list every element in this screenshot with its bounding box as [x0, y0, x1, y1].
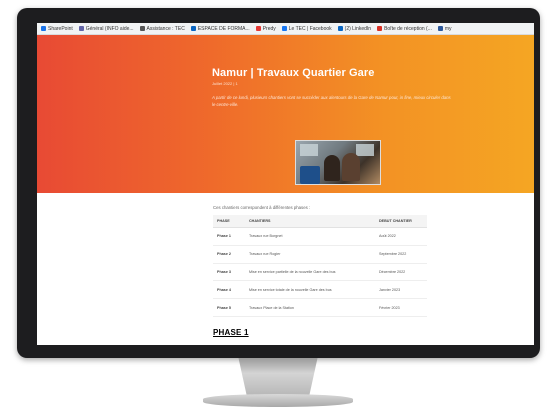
bookmark-item[interactable]: Predy: [255, 25, 276, 32]
page-title: Namur | Travaux Quartier Gare: [212, 67, 375, 79]
table-cell: Mise en service partielle de la nouvelle…: [245, 263, 375, 282]
bookmark-label: Assistance : TEC: [146, 25, 185, 32]
table-cell: Travaux Place de la Station: [245, 298, 375, 317]
table-row: Phase 1 Travaux rue Borgnet Août 2022: [213, 227, 427, 246]
intro-text: Ces chantiers correspondent à différente…: [213, 205, 311, 210]
column-header: PHASE: [213, 215, 245, 228]
bookmark-icon: [377, 26, 383, 31]
bookmark-label: Boîte de réception (...: [384, 25, 432, 32]
article-photo: [295, 140, 381, 185]
bookmark-icon: [139, 26, 145, 31]
table-cell: Phase 3: [213, 263, 245, 282]
hero-banner: Namur | Travaux Quartier Gare Juillet 20…: [37, 35, 534, 193]
bus-seat: [300, 166, 320, 184]
phases-table: PHASE CHANTIERS DEBUT CHANTIER Phase 1 Tr…: [213, 215, 427, 317]
table-cell: Août 2022: [375, 227, 427, 246]
bookmark-icon: [437, 26, 443, 31]
table-row: Phase 4 Mise en service totale de la nouv…: [213, 280, 427, 300]
bookmark-label: SharePoint: [48, 25, 73, 32]
bookmark-label: ESPACE DE FORMA...: [197, 25, 250, 32]
bookmark-label: Predy: [262, 25, 276, 32]
bookmark-item[interactable]: ESPACE DE FORMA...: [190, 25, 250, 32]
table-cell: Mise en service totale de la nouvelle Ga…: [245, 280, 375, 300]
bookmark-item[interactable]: (2) LinkedIn: [337, 25, 372, 32]
bookmark-label: my: [444, 25, 452, 32]
bookmark-label: Le TEC | Facebook: [288, 25, 332, 32]
article-meta: Juillet 2022 | 1: [212, 81, 238, 86]
table-cell: Janvier 2023: [375, 280, 427, 300]
table-row: Phase 3 Mise en service partielle de la n…: [213, 263, 427, 282]
monitor-base: [203, 394, 353, 407]
table-row: Phase 5 Travaux Place de la Station Févrie…: [213, 298, 427, 317]
table-cell: Décembre 2022: [375, 263, 427, 282]
passenger: [342, 153, 360, 181]
bookmark-item[interactable]: SharePoint: [41, 26, 73, 32]
article-summary: A partir de ce lundi, plusieurs chantier…: [212, 95, 451, 107]
table-row: Phase 2 Travaux rue Rogier Septembre 2022: [213, 245, 427, 264]
bookmark-item[interactable]: Général (INFO aide...: [78, 25, 134, 32]
table-header-row: PHASE CHANTIERS DEBUT CHANTIER: [213, 215, 427, 228]
bookmark-label: (2) LinkedIn: [344, 25, 372, 32]
bookmark-item[interactable]: my: [437, 25, 452, 32]
table-cell: Travaux rue Borgnet: [245, 227, 375, 246]
bookmark-item[interactable]: Assistance : TEC: [139, 25, 185, 32]
bookmark-icon: [255, 26, 261, 31]
bookmark-item[interactable]: Le TEC | Facebook: [281, 25, 332, 32]
monitor-stand: [238, 358, 318, 396]
bus-window: [300, 144, 318, 156]
table-cell: Phase 1: [213, 227, 245, 246]
bus-window: [356, 144, 374, 156]
bookmark-label: Général (INFO aide...: [85, 25, 134, 32]
bookmark-icon: [190, 26, 196, 31]
monitor-frame: SharePoint Général (INFO aide... Assistanc…: [17, 8, 540, 358]
bookmark-icon: [281, 26, 287, 31]
bookmark-item[interactable]: Boîte de réception (...: [377, 26, 432, 32]
passenger: [324, 155, 340, 181]
bookmarks-bar: SharePoint Général (INFO aide... Assistanc…: [37, 23, 534, 35]
table-cell: Phase 5: [213, 298, 245, 317]
column-header: CHANTIERS: [245, 215, 375, 228]
table-cell: Phase 4: [213, 280, 245, 300]
bookmark-icon: [41, 26, 46, 31]
phase-1-heading: PHASE 1: [213, 328, 249, 337]
table-cell: Travaux rue Rogier: [245, 245, 375, 264]
bookmark-icon: [78, 26, 84, 31]
column-header: DEBUT CHANTIER: [375, 215, 427, 228]
table-cell: Phase 2: [213, 245, 245, 264]
bookmark-icon: [337, 26, 343, 31]
table-cell: Février 2023: [375, 298, 427, 317]
table-cell: Septembre 2022: [375, 245, 427, 264]
screen: SharePoint Général (INFO aide... Assistanc…: [37, 23, 534, 345]
